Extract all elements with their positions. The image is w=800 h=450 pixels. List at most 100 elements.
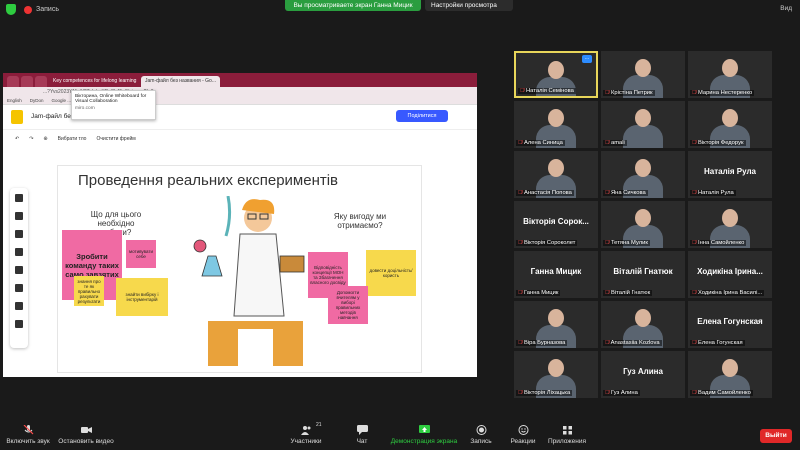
chat-label: Чат [356, 438, 368, 445]
browser-tab[interactable] [7, 76, 19, 87]
participant-name-label: 🎙̸ Крістіна Петрик [603, 90, 655, 96]
participant-name: Інна Самойленко [697, 240, 745, 246]
sticky-note[interactable]: знання про те як правильно рахувати резу… [74, 276, 104, 306]
tooltip-url: miro.com [75, 106, 95, 111]
bookmark[interactable]: Google ... [52, 98, 72, 103]
participant-tile[interactable]: 🎙̸ Анастасія Попова [514, 151, 598, 198]
participant-big-name: Елена Гогунская [697, 317, 763, 326]
select-background-button[interactable]: Вибрати тло [58, 136, 87, 142]
laser-icon[interactable] [15, 320, 23, 328]
browser-tab[interactable] [21, 76, 33, 87]
participant-name-label: 🎙̸ Яна Сичкова [603, 190, 648, 196]
view-button[interactable]: Вид [780, 5, 792, 12]
apps-icon [562, 426, 572, 435]
reactions-button[interactable]: Реакции [508, 425, 538, 445]
share-button[interactable]: Поділитися [396, 110, 448, 122]
participant-tile[interactable]: 🎙̸ Алена Синица [514, 101, 598, 148]
bottom-toolbar: Включить звук Остановить видео Участники… [0, 420, 800, 450]
participant-name-label: 🎙̸ Anastasiia Kozlova [603, 340, 662, 346]
participant-tile[interactable]: 🎙̸ Інна Самойленко [688, 201, 772, 248]
participant-name: Віра Бурназова [523, 340, 566, 346]
participant-name: Ходикіна Ірина Василі... [697, 290, 763, 296]
stop-video-label: Остановить видео [58, 438, 114, 445]
participant-name-label: 🎙̸ Віталій Гнатюк [603, 290, 653, 296]
frame-title: Проведення реальних експериментів [78, 172, 339, 189]
clear-frame-button[interactable]: Очистити фрейм [96, 136, 135, 142]
mic-muted-icon [23, 425, 33, 435]
participant-tile[interactable]: Гуз Алина 🎙̸ Гуз Алина [601, 351, 685, 398]
frame-toolbar: ↶ ↷ ⊕ Вибрати тло Очистити фрейм [3, 130, 477, 148]
participant-name-label: 🎙̸ Інна Самойленко [690, 240, 747, 246]
recording-label: Запись [36, 6, 59, 13]
participant-tile[interactable]: ··· 🎙̸ Наталія Семінова [514, 51, 598, 98]
record-dot-icon [24, 5, 32, 14]
zoom-icon[interactable]: ⊕ [43, 136, 47, 142]
participant-tile[interactable]: Вікторія Сорок... 🎙̸ Вікторія Сороколет [514, 201, 598, 248]
sticky-note[interactable]: мотивувати себе [126, 240, 156, 268]
unmute-button[interactable]: Включить звук [4, 425, 52, 445]
frame-icon[interactable] [15, 302, 23, 310]
sticky-note[interactable]: знайти вибірку і інструментарій [116, 278, 168, 316]
participants-button[interactable]: Участники [286, 425, 326, 445]
undo-icon[interactable]: ↶ [15, 136, 19, 142]
participant-tile[interactable]: Елена Гогунская 🎙̸ Елена Гогунская [688, 301, 772, 348]
participant-video [722, 59, 738, 77]
sticky-note[interactable]: довести доцільність/користь [366, 250, 416, 296]
participant-name-label: 🎙̸ Анастасія Попова [516, 190, 574, 196]
participant-tile[interactable]: 🎙̸ Anastasiia Kozlova [601, 301, 685, 348]
participant-name: Тетяна Мулик [610, 240, 648, 246]
participant-tile[interactable]: 🎙̸ Віра Бурназова [514, 301, 598, 348]
participant-tile[interactable]: 🎙̸ Тетяна Мулик [601, 201, 685, 248]
participant-name: Анастасія Попова [523, 190, 572, 196]
participant-video [722, 109, 738, 127]
browser-tab[interactable]: Key competences for lifelong learning [49, 76, 139, 87]
record-button[interactable]: Запись [466, 425, 496, 445]
participant-tile[interactable]: 🎙̸ Вікторія Ліхацька [514, 351, 598, 398]
browser-tab[interactable] [35, 76, 47, 87]
participant-big-name: Ганна Мицик [530, 267, 582, 276]
chat-button[interactable]: Чат [352, 425, 372, 445]
participant-video [635, 109, 651, 127]
sticky-note-icon[interactable] [15, 248, 23, 256]
shared-screen: Key competences for lifelong learning Ja… [3, 73, 477, 377]
participant-tile[interactable]: 🎙̸ Яна Сичкова [601, 151, 685, 198]
share-screen-label: Демонстрация экрана [390, 438, 458, 445]
shape-icon[interactable] [15, 284, 23, 292]
shield-icon [6, 4, 16, 15]
participant-tile[interactable]: Наталія Рула 🎙̸ Наталія Рула [688, 151, 772, 198]
participant-name: Вікторія Сороколет [523, 240, 576, 246]
participant-name: Наталія Семінова [525, 88, 574, 94]
participant-name-label: 🎙̸ Тетяна Мулик [603, 240, 650, 246]
participant-video [548, 309, 564, 327]
jam-frame[interactable]: Проведення реальних експериментів Що для… [57, 165, 422, 373]
share-screen-button[interactable]: Демонстрация экрана [388, 425, 460, 445]
bookmark[interactable]: English [7, 98, 22, 103]
chat-icon [356, 425, 368, 435]
apps-button[interactable]: Приложения [546, 425, 588, 445]
participant-tile[interactable]: 🎙̸ Марина Нестеренко [688, 51, 772, 98]
participant-video [548, 359, 564, 377]
participant-tile[interactable]: Ходикіна Ірина... 🎙̸ Ходикіна Ірина Васил… [688, 251, 772, 298]
browser-tab-active[interactable]: Jam-файл без названия - Go... [141, 76, 220, 87]
eraser-icon[interactable] [15, 212, 23, 220]
participant-tile[interactable]: 🎙̸ Вадим Самойленко [688, 351, 772, 398]
more-options-icon[interactable]: ··· [582, 55, 592, 63]
participant-name-label: 🎙̸ Вадим Самойленко [690, 390, 753, 396]
participant-tile[interactable]: Ганна Мицик 🎙̸ Ганна Мицик [514, 251, 598, 298]
stop-video-button[interactable]: Остановить видео [56, 425, 116, 445]
cursor-icon[interactable] [15, 230, 23, 238]
sticky-note[interactable]: Допомогти вчителям у виборі правильних м… [328, 286, 368, 324]
exit-button[interactable]: Выйти [760, 429, 792, 443]
participant-name-label: 🎙̸ Гуз Алина [603, 390, 640, 396]
participant-name: Вадим Самойленко [697, 390, 751, 396]
redo-icon[interactable]: ↷ [29, 136, 33, 142]
view-options-button[interactable]: Настройки просмотра [425, 0, 513, 11]
pen-icon[interactable] [15, 194, 23, 202]
participant-name: Віталій Гнатюк [610, 290, 651, 296]
image-icon[interactable] [15, 266, 23, 274]
participant-tile[interactable]: 🎙̸ Крістіна Петрик [601, 51, 685, 98]
bookmark[interactable]: DyDon [30, 98, 44, 103]
participant-tile[interactable]: 🎙̸ amali [601, 101, 685, 148]
participant-tile[interactable]: 🎙̸ Вікторія Федорук [688, 101, 772, 148]
participant-tile[interactable]: Віталій Гнатюк 🎙̸ Віталій Гнатюк [601, 251, 685, 298]
